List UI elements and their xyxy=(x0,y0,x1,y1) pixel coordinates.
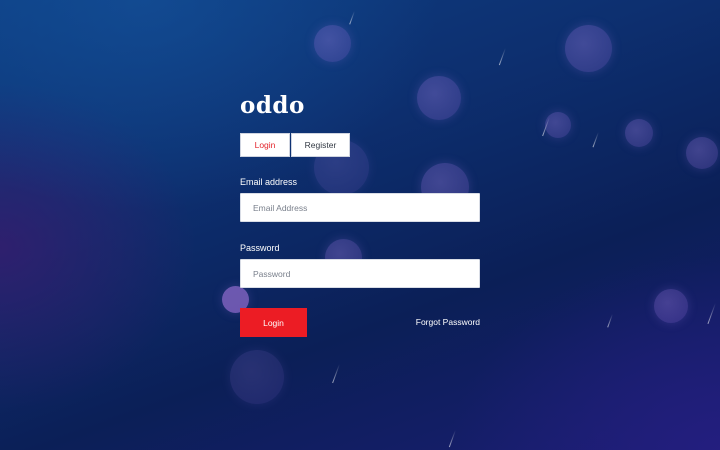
login-button[interactable]: Login xyxy=(240,308,307,337)
streak-decoration xyxy=(592,132,599,148)
bubble-decoration xyxy=(417,76,461,120)
bubble-decoration xyxy=(654,289,688,323)
streak-decoration xyxy=(498,48,506,66)
streak-decoration xyxy=(707,303,716,325)
brand-logo: oddo xyxy=(240,92,305,119)
streak-decoration xyxy=(448,430,456,448)
streak-decoration xyxy=(607,314,613,328)
forgot-password-link[interactable]: Forgot Password xyxy=(416,317,480,327)
tab-register[interactable]: Register xyxy=(291,133,350,157)
email-label: Email address xyxy=(240,177,298,187)
bubble-decoration xyxy=(565,25,612,72)
bubble-decoration xyxy=(230,350,284,404)
tab-login[interactable]: Login xyxy=(240,133,290,157)
bubble-decoration xyxy=(625,119,653,147)
password-label: Password xyxy=(240,243,280,253)
email-field[interactable] xyxy=(240,193,480,222)
streak-decoration xyxy=(349,11,355,25)
bubble-decoration xyxy=(314,25,351,62)
streak-decoration xyxy=(332,364,340,384)
bubble-decoration xyxy=(545,112,571,138)
password-field[interactable] xyxy=(240,259,480,288)
auth-tabs: Login Register xyxy=(240,133,350,157)
bubble-decoration xyxy=(686,137,718,169)
